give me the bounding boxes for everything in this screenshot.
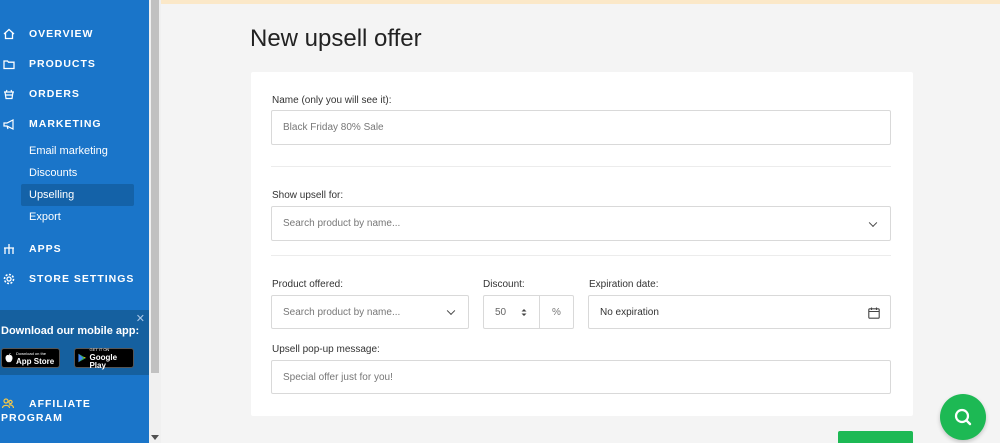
nav-products[interactable]: PRODUCTS xyxy=(0,54,96,74)
sub-export[interactable]: Export xyxy=(21,206,134,228)
megaphone-icon xyxy=(2,117,16,131)
show-for-placeholder: Search product by name... xyxy=(283,218,401,229)
nav-overview[interactable]: OVERVIEW xyxy=(0,24,93,44)
app-store-text: App Store xyxy=(16,357,55,366)
save-button[interactable] xyxy=(838,431,913,443)
folder-icon xyxy=(2,57,16,71)
chevron-down-icon xyxy=(446,306,456,316)
affiliate-line1: AFFILIATE xyxy=(29,398,91,410)
help-search-button[interactable] xyxy=(940,394,986,440)
product-offered-select[interactable]: Search product by name... xyxy=(271,295,469,329)
affiliate-icon xyxy=(2,398,14,409)
scrollbar-thumb[interactable] xyxy=(151,0,159,373)
nav-apps[interactable]: APPS xyxy=(0,239,62,259)
name-label: Name (only you will see it): xyxy=(272,95,392,106)
nav-marketing[interactable]: MARKETING xyxy=(0,114,102,134)
google-play-text: Google Play xyxy=(89,353,118,370)
name-input[interactable]: Black Friday 80% Sale xyxy=(271,110,891,145)
sidebar-scrollbar[interactable] xyxy=(149,0,161,443)
mobile-app-title: Download our mobile app: xyxy=(1,325,140,337)
message-input[interactable]: Special offer just for you! xyxy=(271,360,891,394)
apps-icon xyxy=(2,242,16,256)
product-offered-placeholder: Search product by name... xyxy=(283,306,401,318)
message-placeholder: Special offer just for you! xyxy=(283,371,393,383)
sub-upselling[interactable]: Upselling xyxy=(21,184,134,206)
affiliate-line2: PROGRAM xyxy=(1,412,63,424)
expiration-date-input[interactable]: No expiration xyxy=(588,295,891,329)
gear-icon xyxy=(2,272,16,286)
top-notice-bar xyxy=(161,0,1000,4)
discount-label: Discount: xyxy=(483,279,525,290)
nav-apps-label: APPS xyxy=(29,243,62,255)
chevron-down-icon xyxy=(868,218,878,227)
number-spinner-icon[interactable] xyxy=(521,308,527,317)
sidebar: OVERVIEW PRODUCTS ORDERS MARKETING Email… xyxy=(0,0,149,443)
expiration-value: No expiration xyxy=(600,306,659,318)
scroll-down-arrow-icon[interactable] xyxy=(151,435,159,440)
close-icon[interactable]: ✕ xyxy=(136,314,145,325)
nav-overview-label: OVERVIEW xyxy=(29,28,94,40)
nav-marketing-label: MARKETING xyxy=(29,118,102,130)
apple-icon xyxy=(5,353,13,363)
basket-icon xyxy=(2,87,16,101)
nav-store-settings[interactable]: STORE SETTINGS xyxy=(0,269,134,289)
nav-store-settings-label: STORE SETTINGS xyxy=(29,273,135,285)
nav-orders[interactable]: ORDERS xyxy=(0,84,80,104)
show-for-select[interactable]: Search product by name... xyxy=(271,206,891,241)
play-icon xyxy=(78,353,86,363)
divider xyxy=(271,255,891,256)
calendar-icon[interactable] xyxy=(868,307,880,319)
discount-unit: % xyxy=(539,295,574,329)
product-offered-label: Product offered: xyxy=(272,279,343,290)
expiration-label: Expiration date: xyxy=(589,279,659,290)
discount-value: 50 xyxy=(495,306,507,318)
discount-unit-text: % xyxy=(552,306,561,318)
home-icon xyxy=(2,27,16,41)
message-label: Upsell pop-up message: xyxy=(272,344,380,355)
show-for-label: Show upsell for: xyxy=(272,190,344,201)
search-icon xyxy=(954,408,972,426)
sub-email-marketing[interactable]: Email marketing xyxy=(21,140,134,162)
discount-input[interactable]: 50 xyxy=(483,295,540,329)
mobile-app-promo: ✕ Download our mobile app: Download on t… xyxy=(0,310,149,375)
name-input-placeholder: Black Friday 80% Sale xyxy=(283,122,384,133)
sub-discounts[interactable]: Discounts xyxy=(21,162,134,184)
nav-orders-label: ORDERS xyxy=(29,88,80,100)
google-play-button[interactable]: GET IT ON Google Play xyxy=(74,347,134,370)
app-store-button[interactable]: Download on the App Store xyxy=(1,348,60,368)
divider xyxy=(271,166,891,167)
page-title: New upsell offer xyxy=(250,25,422,52)
nav-products-label: PRODUCTS xyxy=(29,58,96,70)
